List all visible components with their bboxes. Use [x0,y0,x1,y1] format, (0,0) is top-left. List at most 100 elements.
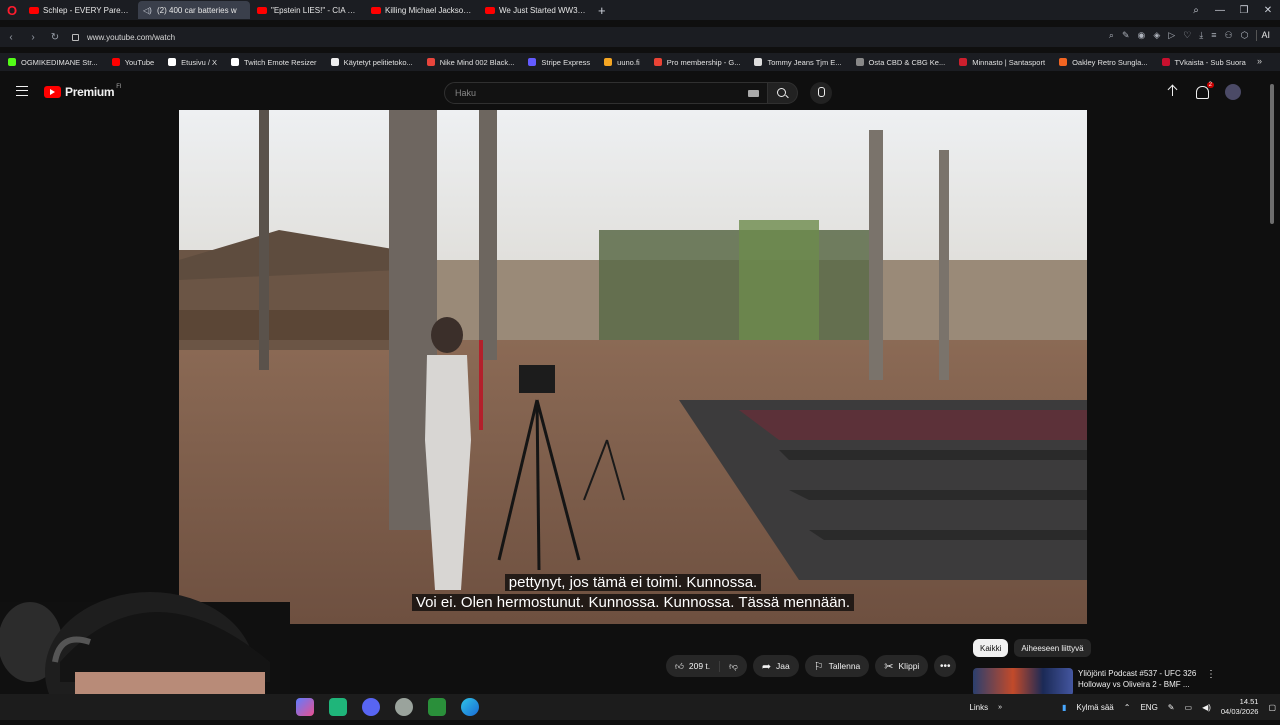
recommended-video[interactable]: Yliöjönti Podcast #537 - UFC 326 Hollowa… [973,668,1206,696]
dislike-button[interactable]: 👎︎ [720,661,747,672]
network-icon[interactable]: ▭ [1185,703,1193,712]
upload-icon[interactable] [1166,85,1180,99]
bookmark-item[interactable]: TVkaista - Sub Suora [1161,58,1246,67]
extension-icon[interactable]: ⬡ [1241,30,1249,41]
thumbs-down-icon: 👎︎ [729,660,738,671]
menu-icon[interactable]: ≡ [1211,30,1216,41]
tab-4[interactable]: We Just Started WW3 - Y [480,1,592,19]
pen-icon[interactable]: ✎ [1168,703,1175,712]
chevron-icon[interactable]: » [998,704,1002,711]
profile-icon[interactable]: ⚇ [1225,30,1233,41]
tab-3[interactable]: Killing Michael Jackson: Th [366,1,478,19]
app-obs-icon[interactable] [395,698,413,716]
more-actions-button[interactable]: ••• [934,655,957,677]
reload-icon[interactable]: ↻ [44,32,66,43]
bookmark-item[interactable]: YouTube [111,58,154,67]
youtube-play-icon [44,86,61,98]
bookmark-favicon-icon [754,58,763,66]
tab-2[interactable]: "Epstein LIES!" - CIA John [252,1,364,19]
bookmark-item[interactable]: Etusivu / X [168,58,217,67]
bookmark-item[interactable]: Tommy Jeans Tjm E... [754,58,842,67]
chip-all[interactable]: Kaikki [973,639,1009,657]
video-player[interactable]: pettynyt, jos tämä ei toimi. Kunnossa. V… [179,110,1087,624]
share-icon: ➦ [761,660,772,673]
close-button[interactable]: ✕ [1256,5,1280,16]
video-frame [179,110,1087,624]
scrollbar-thumb[interactable] [1270,84,1274,224]
thumbs-up-icon: 👍︎ [675,660,684,671]
notifications-bell-icon[interactable]: 2 [1196,81,1214,99]
bookmark-favicon-icon [330,58,339,66]
download-icon[interactable]: ⤓ [1199,30,1203,41]
bookmark-item[interactable]: Minnasto | Santasport [959,58,1045,67]
page-scrollbar[interactable] [1268,78,1276,694]
bookmark-item[interactable]: Twitch Emote Resizer [231,58,317,67]
ai-button[interactable]: AI [1256,30,1270,41]
lock-icon [72,33,79,41]
lang-label[interactable]: ENG [1140,703,1157,712]
recommended-thumbnail[interactable] [973,668,1073,696]
back-icon[interactable]: ‹ [0,32,22,43]
bookmark-item[interactable]: OGMIKEDIMANE Str... [8,58,98,67]
hamburger-menu-icon[interactable] [16,86,28,96]
youtube-logo[interactable]: Premium FI [44,84,122,99]
notification-center-icon[interactable]: ▢ [1268,703,1276,712]
youtube-favicon-icon [371,6,381,14]
play-icon[interactable]: ▷ [1168,30,1175,41]
heart-icon[interactable]: ♡ [1183,30,1191,41]
bookmark-item[interactable]: Stripe Express [528,58,590,67]
weather-label[interactable]: Kylmä sää [1076,703,1113,712]
url-field[interactable]: www.youtube.com/watch [72,33,175,42]
maximize-button[interactable]: ❐ [1232,5,1256,16]
bookmarks-overflow-icon[interactable]: » [1257,56,1262,66]
camera-icon[interactable]: ◉ [1138,30,1146,41]
minimize-button[interactable]: — [1208,5,1232,16]
app-discord-icon[interactable] [362,698,380,716]
volume-icon[interactable]: ◀) [1202,703,1211,712]
bookmark-item[interactable]: Oakley Retro Sungla... [1059,58,1148,67]
bookmark-item[interactable]: Käytetyt pelitietoko... [330,58,413,67]
tray-overflow-icon[interactable]: ⌃ [1124,703,1131,712]
bookmark-item[interactable]: Osta CBD & CBG Ke... [855,58,945,67]
bookmark-favicon-icon [604,58,613,66]
bookmark-item[interactable]: Pro membership - G... [653,58,740,67]
avatar[interactable] [1225,84,1241,100]
new-tab-button[interactable]: + [598,3,606,18]
taskbar-clock[interactable]: 14.51 04/03/2026 [1221,697,1259,717]
links-toolbar[interactable]: Links [969,703,988,712]
clip-button[interactable]: ✂ Klippi [875,655,929,677]
shield-icon[interactable]: ◈ [1153,30,1160,41]
address-bar-tools: ⌕ ✎ ◉ ◈ ▷ ♡ ⤓ ≡ ⚇ ⬡ AI [1109,30,1270,41]
tab-1[interactable]: ◁) (2) 400 car batteries w [138,1,250,19]
bookmark-favicon-icon [959,58,968,66]
bookmark-item[interactable]: uuno.fi [604,58,640,67]
share-button[interactable]: ➦ Jaa [752,655,799,677]
like-button[interactable]: 👍︎ 209 t. [666,660,721,672]
bookmark-favicon-icon [1059,58,1068,66]
save-button[interactable]: ⚐ Tallenna [804,655,870,677]
edit-icon[interactable]: ✎ [1122,30,1130,41]
search-input[interactable]: Haku [444,82,768,104]
bookmark-item[interactable]: Nike Mind 002 Black... [426,58,514,67]
voice-search-button[interactable] [810,82,832,104]
app-kick-icon[interactable] [428,698,446,716]
bookmarks-bar: OGMIKEDIMANE Str... YouTube Etusivu / X Twi… [0,53,1280,71]
recommended-title[interactable]: Yliöjönti Podcast #537 - UFC 326 Hollowa… [1078,668,1206,696]
find-icon[interactable]: ⌕ [1109,30,1114,41]
recommended-more-icon[interactable]: ⋮ [1206,669,1216,680]
forward-icon[interactable]: › [22,32,44,43]
keyboard-icon[interactable] [748,90,759,97]
tab-0[interactable]: Schlep - EVERY Parent Ne [24,1,136,19]
search-button[interactable] [768,82,798,104]
chip-related[interactable]: Aiheeseen liittyvä [1014,639,1091,657]
opera-logo-icon[interactable]: O [0,0,24,20]
window-controls: ⌕ — ❐ ✕ [1184,0,1280,20]
app-edge-icon[interactable] [461,698,479,716]
app-copilot-icon[interactable] [296,698,314,716]
app-chat-icon[interactable] [329,698,347,716]
video-actions: 👍︎ 209 t. 👎︎ ➦ Jaa ⚐ Tallenna ✂ Klippi ••• [666,655,957,677]
search-tabs-icon[interactable]: ⌕ [1184,5,1208,16]
youtube-favicon-icon [29,6,39,14]
system-tray: Links » ▮ Kylmä sää ⌃ ENG ✎ ▭ ◀) 14.51 0… [969,694,1276,720]
youtube-header: Premium FI Haku 2 [0,78,1280,108]
